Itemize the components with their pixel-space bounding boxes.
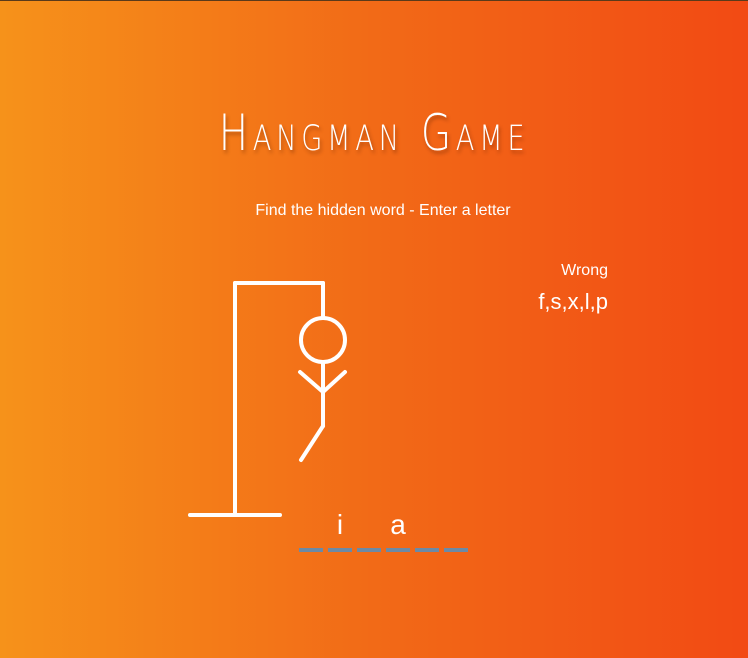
hidden-word: i a (299, 506, 468, 552)
letter-slot: a (386, 506, 410, 552)
letter-slot (444, 506, 468, 552)
wrong-letters: f,s,x,l,p (538, 289, 608, 314)
game-title: Hangman Game (218, 104, 530, 162)
letter-slot (415, 506, 439, 552)
figure-head (299, 316, 347, 364)
top-border (0, 0, 748, 1)
figure-left-arm (298, 370, 325, 394)
letter-slot: i (328, 506, 352, 552)
wrong-letters-panel: Wrong f,s,x,l,p (538, 262, 608, 315)
figure-left-leg (299, 424, 325, 462)
instructions: Find the hidden word - Enter a letter (255, 202, 511, 219)
letter-slot (357, 506, 381, 552)
figure-right-arm (321, 370, 347, 394)
letter-slot (299, 506, 323, 552)
hangman-figure-icon (188, 281, 347, 517)
wrong-label: Wrong (561, 262, 608, 279)
